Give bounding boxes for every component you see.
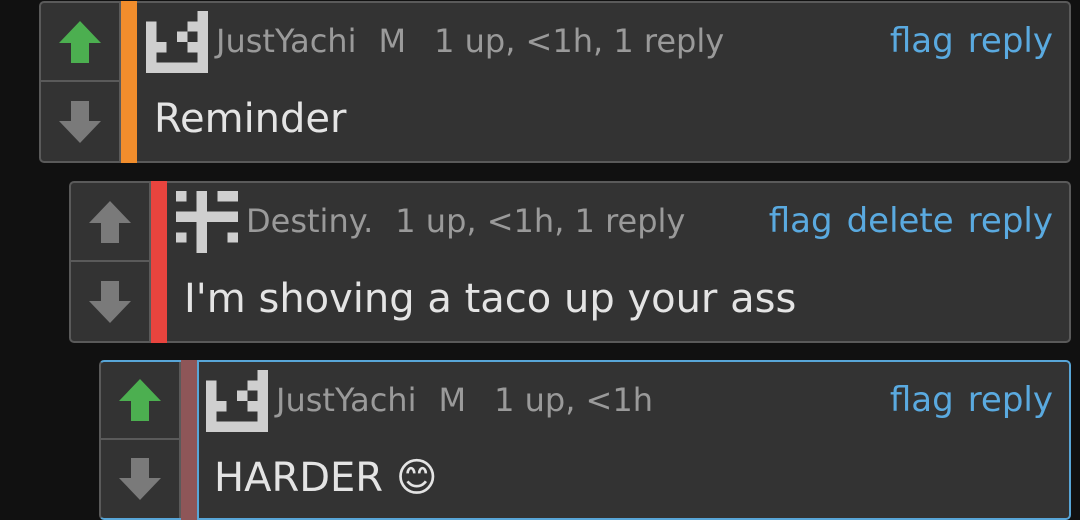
arrow-up-icon <box>59 20 101 63</box>
delete-link[interactable]: delete <box>847 201 954 241</box>
comment-meta: JustYachi M 1 up, <1h, 1 reply <box>216 21 724 61</box>
upvote-button[interactable] <box>41 3 119 82</box>
comment-stats: 1 up, <1h <box>494 381 653 419</box>
comment-stats: 1 up, <1h, 1 reply <box>434 22 725 60</box>
comment-stats: 1 up, <1h, 1 reply <box>395 202 686 240</box>
thread-stripe <box>151 181 167 343</box>
flag-link[interactable]: flag <box>769 201 833 241</box>
comment: Destiny. 1 up, <1h, 1 reply flag delete rep… <box>69 181 1071 343</box>
pixel-avatar-icon <box>206 370 268 432</box>
comment-text: I'm shoving a taco up your ass <box>184 276 797 322</box>
upvote-button[interactable] <box>71 183 149 262</box>
comment-actions: flag reply <box>876 21 1053 61</box>
arrow-up-icon <box>89 200 131 243</box>
avatar[interactable] <box>146 11 208 73</box>
arrow-up-icon <box>119 379 161 421</box>
comment-meta: Destiny. 1 up, <1h, 1 reply <box>246 201 685 241</box>
reply-link[interactable]: reply <box>968 201 1053 241</box>
arrow-down-icon <box>119 458 161 500</box>
reply-link[interactable]: reply <box>968 380 1053 420</box>
pixel-avatar-icon <box>146 11 208 73</box>
downvote-button[interactable] <box>71 262 149 341</box>
role-badge: M <box>438 381 467 419</box>
comment-actions: flag reply <box>876 380 1053 420</box>
flag-link[interactable]: flag <box>890 21 954 61</box>
vote-controls <box>41 3 121 161</box>
comment-meta: JustYachi M 1 up, <1h <box>276 380 653 420</box>
comment-actions: flag delete reply <box>755 201 1053 241</box>
avatar[interactable] <box>206 370 268 432</box>
vote-controls <box>101 362 181 518</box>
username[interactable]: JustYachi <box>276 380 416 420</box>
pixel-avatar-icon <box>176 191 238 253</box>
comment: JustYachi M 1 up, <1h, 1 reply flag reply R… <box>39 1 1071 163</box>
comment: JustYachi M 1 up, <1h flag reply HARDER 😊 <box>99 360 1071 520</box>
thread-stripe <box>121 1 137 163</box>
downvote-button[interactable] <box>41 82 119 161</box>
thread-stripe <box>181 360 199 520</box>
username[interactable]: Destiny. <box>246 201 373 241</box>
comment-text: HARDER 😊 <box>214 455 438 501</box>
username[interactable]: JustYachi <box>216 21 356 61</box>
flag-link[interactable]: flag <box>890 380 954 420</box>
vote-controls <box>71 183 151 341</box>
avatar[interactable] <box>176 191 238 253</box>
comment-text: Reminder <box>154 96 347 142</box>
role-badge: M <box>378 22 407 60</box>
downvote-button[interactable] <box>101 440 179 518</box>
upvote-button[interactable] <box>101 362 179 440</box>
arrow-down-icon <box>59 100 101 143</box>
arrow-down-icon <box>89 280 131 323</box>
reply-link[interactable]: reply <box>968 21 1053 61</box>
